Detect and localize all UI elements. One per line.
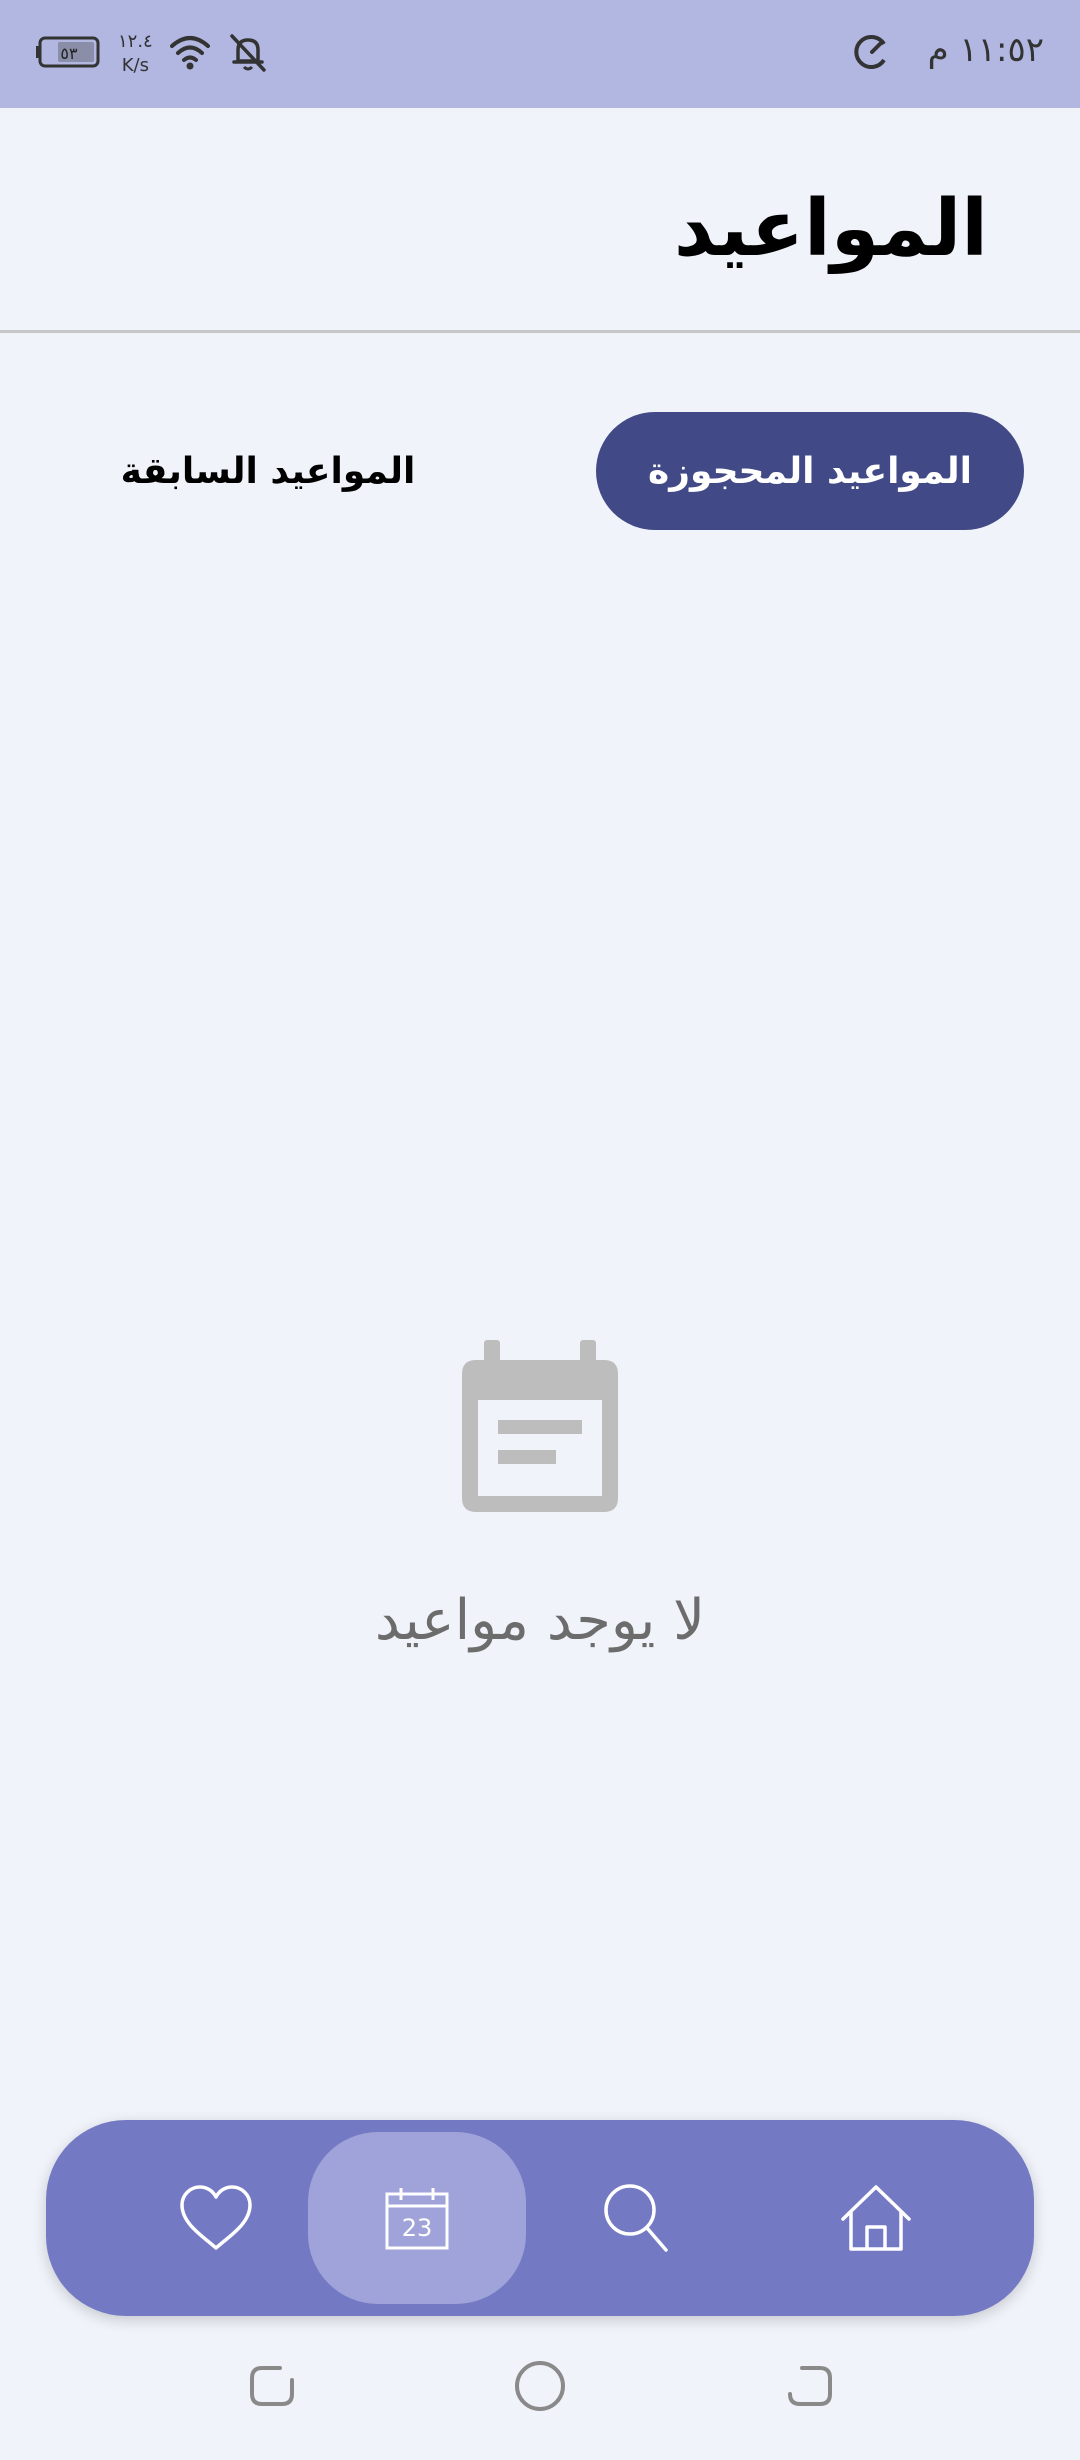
speed-unit: K/s — [121, 55, 149, 76]
nav-home[interactable] — [786, 2132, 966, 2304]
system-navigation-bar — [0, 2318, 1080, 2460]
nav-search[interactable] — [546, 2132, 726, 2304]
nav-appointments[interactable]: 23 — [308, 2132, 526, 2304]
home-button-icon[interactable] — [512, 2358, 568, 2414]
battery-icon: ٥٣ — [36, 36, 100, 68]
nav-favorites[interactable] — [126, 2132, 306, 2304]
alarm-icon — [854, 35, 886, 69]
recent-apps-icon[interactable] — [244, 2358, 300, 2414]
bell-muted-icon — [230, 34, 266, 72]
header-divider — [0, 330, 1080, 333]
tab-booked-appointments[interactable]: المواعيد المحجوزة — [596, 412, 1024, 530]
heart-icon — [180, 2185, 252, 2250]
battery-level: ٥٣ — [60, 44, 78, 63]
wifi-icon — [170, 36, 210, 70]
calendar-icon: 23 — [385, 2188, 449, 2250]
page-title: المواعيد — [673, 184, 988, 274]
home-icon — [841, 2185, 911, 2251]
bottom-nav: 23 — [46, 2120, 1034, 2316]
status-bar: ١١:٥٢ م ٥٣ ١٢.٤ K/s — [0, 0, 1080, 108]
calendar-date: 23 — [402, 2214, 433, 2242]
tab-past-appointments[interactable]: المواعيد السابقة — [100, 412, 436, 530]
calendar-icon — [462, 1340, 618, 1512]
app-header: المواعيد — [0, 108, 1080, 332]
search-icon — [604, 2184, 668, 2252]
network-speed: ١٢.٤ K/s — [118, 30, 153, 78]
speed-value: ١٢.٤ — [118, 31, 153, 52]
status-time: ١١:٥٢ م — [927, 30, 1044, 70]
empty-state-message: لا يوجد مواعيد — [374, 1588, 706, 1653]
back-icon[interactable] — [782, 2358, 838, 2414]
